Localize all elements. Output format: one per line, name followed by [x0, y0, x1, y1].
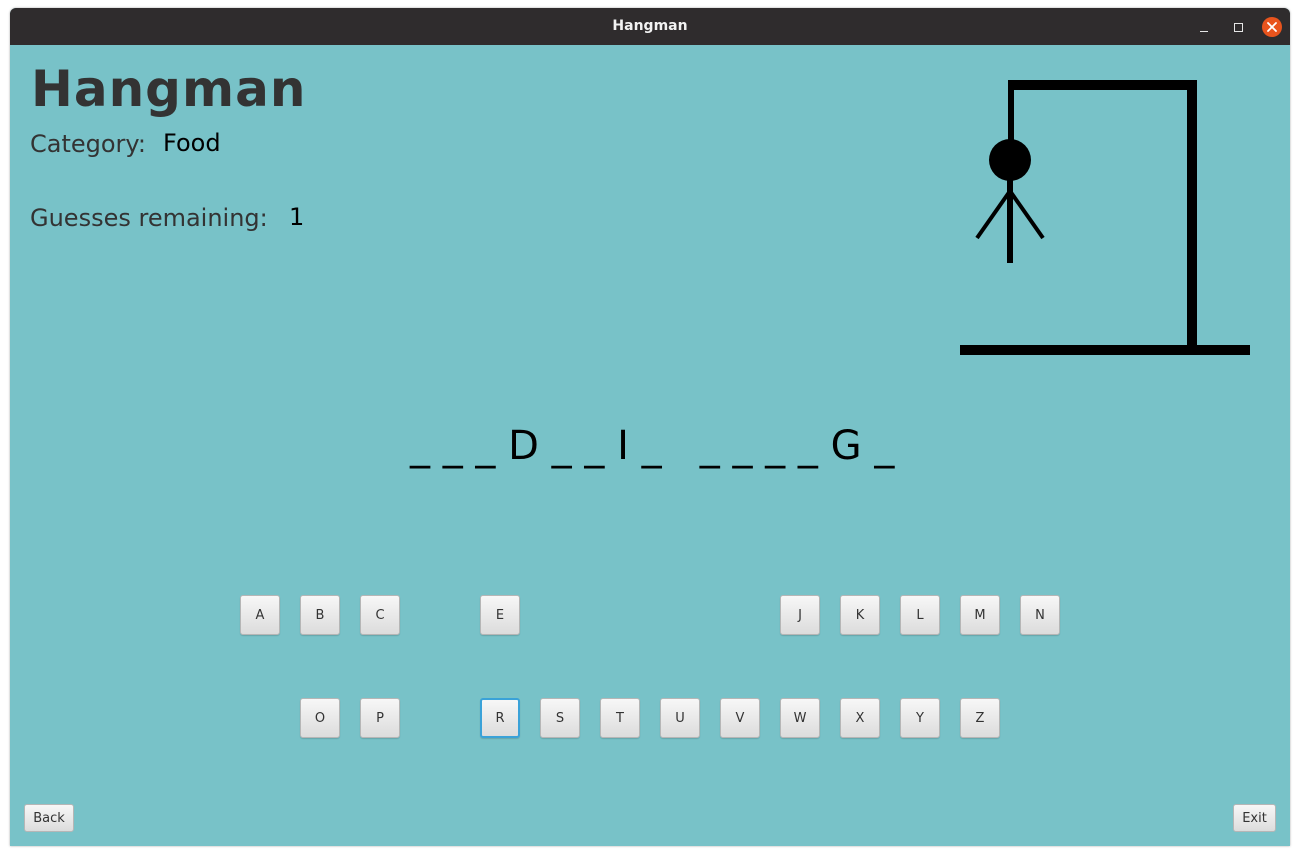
key-j[interactable]: J: [780, 595, 820, 635]
gallows-base: [960, 345, 1250, 355]
back-button[interactable]: Back: [24, 804, 74, 832]
minimize-icon: [1200, 30, 1208, 32]
exit-button[interactable]: Exit: [1233, 804, 1276, 832]
minimize-button[interactable]: [1194, 17, 1214, 37]
guesses-value: 1: [289, 203, 305, 231]
maximize-icon: [1233, 22, 1243, 32]
key-c[interactable]: C: [360, 595, 400, 635]
close-button[interactable]: [1262, 17, 1282, 37]
key-r[interactable]: R: [480, 698, 520, 738]
page-title: Hangman: [31, 60, 307, 118]
key-z[interactable]: Z: [960, 698, 1000, 738]
guesses-label: Guesses remaining:: [30, 204, 268, 232]
key-t[interactable]: T: [600, 698, 640, 738]
window-title: Hangman: [612, 18, 688, 34]
hangman-head: [989, 139, 1031, 181]
key-k[interactable]: K: [840, 595, 880, 635]
hangman-right-arm: [1008, 189, 1045, 240]
puzzle-word: _ _ _ D _ _ I _ _ _ _ _ G _: [410, 423, 895, 469]
category-label: Category:: [30, 130, 146, 158]
key-l[interactable]: L: [900, 595, 940, 635]
key-s[interactable]: S: [540, 698, 580, 738]
title-bar[interactable]: Hangman: [10, 8, 1290, 45]
key-o[interactable]: O: [300, 698, 340, 738]
close-icon: [1267, 22, 1277, 32]
key-e[interactable]: E: [480, 595, 520, 635]
gallows-beam: [1008, 80, 1197, 90]
key-w[interactable]: W: [780, 698, 820, 738]
key-a[interactable]: A: [240, 595, 280, 635]
key-p[interactable]: P: [360, 698, 400, 738]
key-m[interactable]: M: [960, 595, 1000, 635]
hangman-left-arm: [975, 189, 1012, 240]
gallows-rope: [1008, 80, 1014, 142]
maximize-button[interactable]: [1228, 17, 1248, 37]
gallows-pole: [1187, 80, 1197, 350]
key-u[interactable]: U: [660, 698, 700, 738]
key-y[interactable]: Y: [900, 698, 940, 738]
key-v[interactable]: V: [720, 698, 760, 738]
category-value: Food: [163, 129, 221, 157]
key-n[interactable]: N: [1020, 595, 1060, 635]
key-b[interactable]: B: [300, 595, 340, 635]
hangman-drawing: [960, 80, 1250, 355]
app-window: Hangman Hangman Category: Food Guesses r…: [10, 8, 1290, 846]
key-x[interactable]: X: [840, 698, 880, 738]
